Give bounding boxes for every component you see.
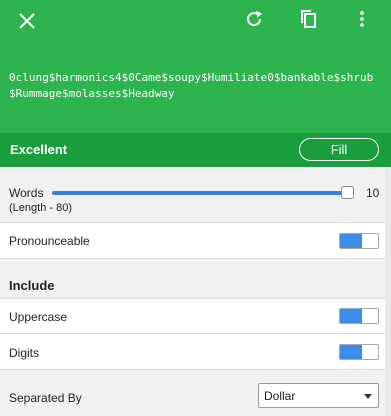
uppercase-label: Uppercase — [9, 310, 68, 324]
separator-select-value: Dollar — [264, 388, 296, 403]
fill-button[interactable]: Fill — [299, 138, 379, 161]
strength-bar: Excellent Fill — [0, 133, 391, 167]
uppercase-toggle[interactable] — [339, 308, 379, 324]
uppercase-row: Uppercase — [0, 299, 391, 334]
generated-password[interactable]: 0clung$harmonics4$0Came$soupy$Humiliate0… — [9, 70, 385, 101]
words-label: Words — [9, 186, 44, 200]
pronounceable-toggle[interactable] — [339, 233, 379, 249]
include-section: Include — [0, 259, 391, 299]
header: 0clung$harmonics4$0Came$soupy$Humiliate0… — [0, 0, 391, 133]
length-label: (Length - 80) — [9, 202, 72, 214]
more-vertical-icon[interactable] — [350, 6, 374, 32]
digits-label: Digits — [9, 346, 40, 360]
pronounceable-label: Pronounceable — [9, 234, 90, 248]
separator-select[interactable]: Dollar — [258, 383, 379, 408]
chevron-down-icon — [364, 394, 372, 399]
words-slider-thumb[interactable] — [341, 186, 354, 199]
close-icon[interactable] — [14, 8, 40, 34]
words-section: Words (Length - 80) 10 — [0, 167, 391, 223]
separator-label: Separated By — [9, 391, 82, 405]
pronounceable-row: Pronounceable — [0, 223, 391, 259]
digits-row: Digits — [0, 334, 391, 370]
words-slider-track[interactable] — [52, 191, 349, 195]
strength-label: Excellent — [10, 142, 68, 157]
include-heading: Include — [9, 278, 55, 293]
copy-icon[interactable] — [296, 6, 322, 32]
words-value: 10 — [366, 186, 380, 200]
scrollbar[interactable] — [385, 167, 391, 416]
refresh-icon[interactable] — [241, 6, 267, 32]
digits-toggle[interactable] — [339, 344, 379, 360]
